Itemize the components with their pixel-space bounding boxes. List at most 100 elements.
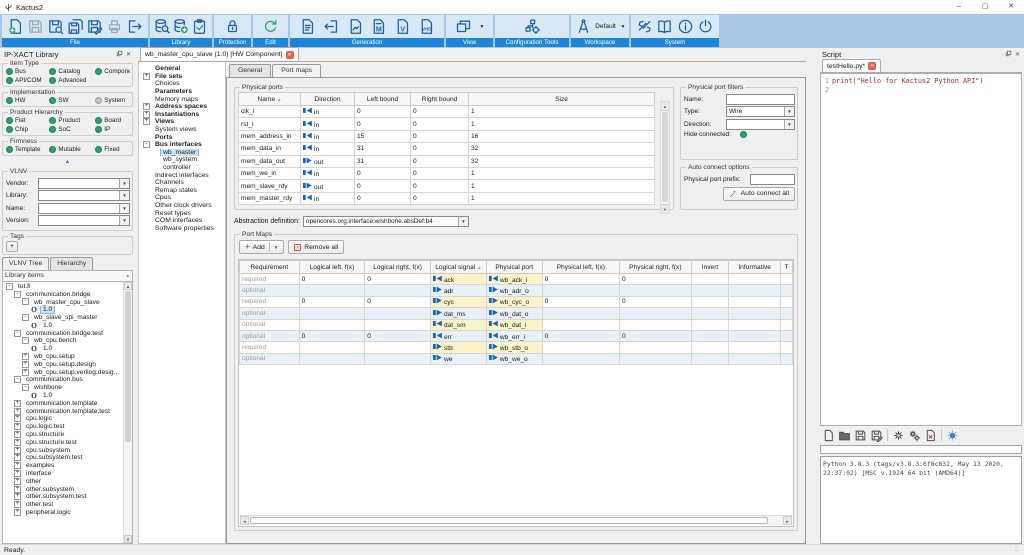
chevron-down-icon[interactable]: ▼: [119, 216, 129, 225]
filter-option-ip[interactable]: IP: [95, 126, 130, 133]
tieoff-cell[interactable]: [781, 342, 793, 353]
expand-icon[interactable]: +: [22, 353, 29, 360]
tree-item[interactable]: +cpu.structure: [4, 431, 122, 439]
column-header-logical-signal[interactable]: Logical signal ▲: [430, 261, 486, 274]
code-line[interactable]: 2: [821, 85, 1021, 94]
tieoff-cell[interactable]: [781, 308, 793, 319]
port-name-cell[interactable]: mem_we_in: [239, 167, 301, 179]
invert-cell[interactable]: [691, 274, 729, 285]
column-header-logical-left-f-x-[interactable]: Logical left, f(x): [299, 261, 365, 274]
toggle-icon[interactable]: [95, 97, 102, 104]
tree-item[interactable]: -wb_cpu.bench: [4, 337, 122, 345]
run-all-icon[interactable]: [908, 429, 921, 442]
chevron-down-icon[interactable]: ▼: [479, 24, 484, 30]
tree-item[interactable]: -tut.fi: [4, 283, 122, 291]
nav-item-com-interfaces[interactable]: COM interfaces: [141, 217, 225, 225]
nav-item-channels[interactable]: Channels: [141, 179, 225, 187]
toggle-icon[interactable]: [6, 146, 13, 153]
physical-port-cell[interactable]: wb_ack_i: [486, 274, 542, 285]
toggle-icon[interactable]: [6, 97, 13, 104]
requirement-cell[interactable]: optional: [240, 308, 300, 319]
image-generator-icon[interactable]: [347, 18, 364, 35]
scrollbar-thumb[interactable]: [125, 291, 131, 443]
physical-right-cell[interactable]: 0: [620, 296, 692, 307]
column-header-requirement[interactable]: Requirement: [240, 261, 300, 274]
column-header-invert[interactable]: Invert: [691, 261, 729, 274]
filter-option-fixed[interactable]: Fixed: [95, 146, 130, 153]
physical-right-cell[interactable]: 0: [620, 330, 692, 341]
logical-signal-cell[interactable]: ack: [430, 274, 486, 285]
expand-icon[interactable]: +: [143, 118, 150, 125]
requirement-cell[interactable]: optional: [240, 353, 300, 364]
informative-cell[interactable]: [729, 285, 781, 296]
tab-general[interactable]: General: [229, 64, 271, 77]
port-direction-cell[interactable]: in: [301, 192, 355, 204]
expand-icon[interactable]: +: [14, 447, 21, 454]
physical-left-cell[interactable]: 0: [542, 296, 619, 307]
toggle-icon[interactable]: [95, 146, 102, 153]
nav-item-general[interactable]: General: [141, 65, 225, 73]
left-bound-cell[interactable]: 0: [355, 180, 411, 192]
code-line[interactable]: 1print("Hello for Kactus2 Python API"): [821, 76, 1021, 85]
new-script-icon[interactable]: [822, 429, 835, 442]
expand-icon[interactable]: +: [14, 400, 21, 407]
left-bound-cell[interactable]: 0: [355, 106, 411, 118]
size-cell[interactable]: 1: [469, 192, 655, 204]
chevron-down-icon[interactable]: ▼: [119, 191, 129, 200]
refresh-icon[interactable]: [262, 18, 279, 35]
toggle-icon[interactable]: [49, 77, 56, 84]
close-panel-icon[interactable]: ✕: [126, 51, 131, 58]
filter-option-mutable[interactable]: Mutable: [49, 146, 95, 153]
nav-item-remap-states[interactable]: Remap states: [141, 187, 225, 195]
tree-item[interactable]: 1.0: [4, 306, 122, 314]
requirement-cell[interactable]: optional: [240, 330, 300, 341]
physical-right-cell[interactable]: [620, 342, 692, 353]
name-combo[interactable]: ▼: [38, 203, 130, 214]
column-header-left-bound[interactable]: Left bound: [355, 93, 411, 106]
close-document-icon[interactable]: ✕: [286, 51, 294, 59]
collapse-icon[interactable]: -: [14, 376, 21, 383]
tree-item[interactable]: +wb_cpu.setup.verilog.desig...: [4, 368, 122, 376]
tree-item[interactable]: +cpu.subsystem.test: [4, 454, 122, 462]
requirement-cell[interactable]: required: [240, 296, 300, 307]
tree-item[interactable]: +other: [4, 477, 122, 485]
expand-icon[interactable]: +: [22, 361, 29, 368]
save-all-icon[interactable]: [67, 18, 84, 35]
tieoff-cell[interactable]: [781, 353, 793, 364]
column-header-t[interactable]: T: [781, 261, 793, 274]
left-bound-cell[interactable]: 0: [355, 118, 411, 130]
script-console[interactable]: Python 3.8.3 (tags/v3.8.3:6f8c832, May 1…: [820, 456, 1022, 544]
port-maps-hscrollbar[interactable]: ◄ ►: [240, 515, 792, 525]
expand-icon[interactable]: +: [14, 415, 21, 422]
expand-icon[interactable]: +: [14, 431, 21, 438]
size-cell[interactable]: 1: [469, 118, 655, 130]
tree-item[interactable]: +cpu.logic: [4, 415, 122, 423]
right-bound-cell[interactable]: 0: [411, 118, 469, 130]
tree-item[interactable]: -wb_master_cpu_slave: [4, 298, 122, 306]
vhdl-generator-icon[interactable]: VHD: [418, 18, 435, 35]
collapse-filters-icon[interactable]: ▲: [2, 158, 133, 166]
physical-left-cell[interactable]: 0: [542, 274, 619, 285]
physical-left-cell[interactable]: [542, 353, 619, 364]
filter-option-component[interactable]: Component: [95, 68, 130, 75]
column-header-logical-right-f-x-[interactable]: Logical right, f(x): [365, 261, 431, 274]
size-cell[interactable]: 16: [469, 130, 655, 142]
configuration-hierarchy-icon[interactable]: [524, 18, 541, 35]
scrollbar-thumb[interactable]: [250, 517, 768, 524]
nav-item-system-views[interactable]: System views: [141, 126, 225, 134]
toggle-icon[interactable]: [6, 117, 13, 124]
expand-icon[interactable]: +: [14, 470, 21, 477]
logical-left-cell[interactable]: 0: [299, 274, 365, 285]
expand-icon[interactable]: +: [143, 103, 150, 110]
expand-icon[interactable]: +: [14, 423, 21, 430]
save-script-as-icon[interactable]: [870, 429, 883, 442]
nav-item-views[interactable]: +Views: [141, 118, 225, 126]
physical-port-row[interactable]: mem_address_inin15016: [239, 130, 655, 142]
right-bound-cell[interactable]: 0: [411, 106, 469, 118]
logical-left-cell[interactable]: [299, 342, 365, 353]
generator-plugins-icon[interactable]: [299, 18, 316, 35]
right-bound-cell[interactable]: 0: [411, 143, 469, 155]
tree-item[interactable]: -wb_slave_spi_master: [4, 314, 122, 322]
filter-option-sw[interactable]: SW: [49, 97, 95, 104]
toggle-icon[interactable]: [6, 126, 13, 133]
